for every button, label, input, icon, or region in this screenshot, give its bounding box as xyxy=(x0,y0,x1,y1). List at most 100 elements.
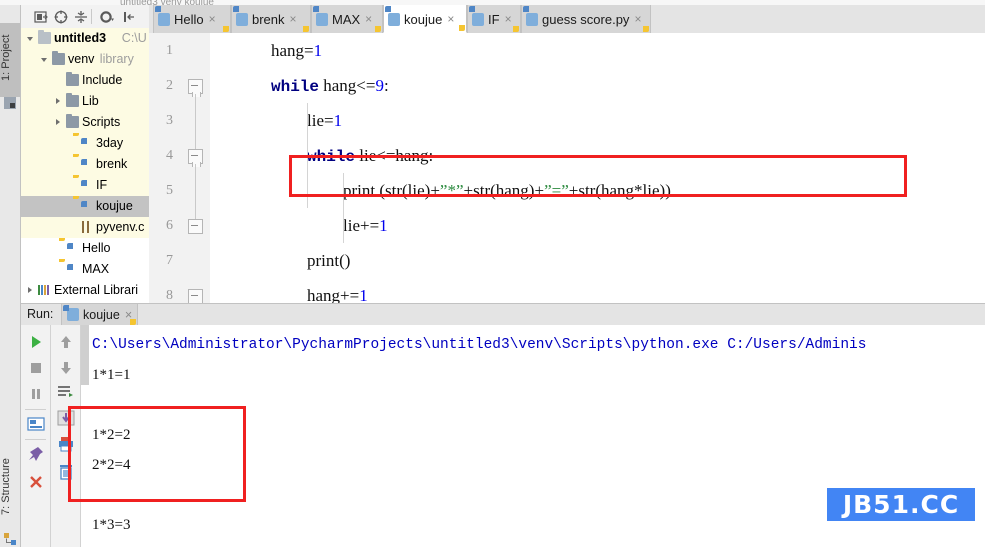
project-tree[interactable]: untitled3 C:\U venv library Include Lib Script… xyxy=(21,28,149,303)
code-line[interactable]: hang+=1 xyxy=(307,278,368,303)
tree-item[interactable]: Scripts xyxy=(21,112,149,133)
tree-item-label: 3day xyxy=(96,136,124,150)
tree-item[interactable]: 3day xyxy=(21,133,149,154)
chevron-right-icon[interactable] xyxy=(27,287,35,295)
tree-item-label: IF xyxy=(96,178,108,192)
line-number: 4 xyxy=(166,148,173,163)
tree-item-label: MAX xyxy=(82,262,110,276)
settings-gear-icon[interactable] xyxy=(99,9,115,25)
editor-tab[interactable]: IF × xyxy=(467,5,521,33)
tree-item[interactable]: untitled3 C:\U xyxy=(21,28,149,49)
close-tab-icon[interactable] xyxy=(27,473,45,491)
tree-item[interactable]: Hello xyxy=(21,238,149,259)
close-icon[interactable]: × xyxy=(365,5,372,33)
run-icon[interactable] xyxy=(27,333,45,351)
watermark-badge: JB51.CC xyxy=(827,488,975,521)
red-highlight-box-output-group xyxy=(68,406,246,502)
run-configuration-tab[interactable]: koujue × xyxy=(61,304,139,326)
line-number: 8 xyxy=(166,288,173,303)
code-token-plain: lie= xyxy=(307,111,334,130)
code-line[interactable]: hang=1 xyxy=(271,33,322,68)
fold-toggle-icon[interactable] xyxy=(188,149,203,167)
code-token-plain: print() xyxy=(307,251,351,270)
pin-tab-icon[interactable] xyxy=(27,445,45,463)
tree-item[interactable]: pyvenv.c xyxy=(21,217,149,238)
python-file-icon xyxy=(158,13,170,26)
fold-region-line xyxy=(195,94,196,149)
code-token-num: 1 xyxy=(333,111,343,130)
python-file-icon xyxy=(236,13,248,26)
project-tool-window: untitled3 C:\U venv library Include Lib Script… xyxy=(21,5,150,303)
code-folding-strip[interactable] xyxy=(178,33,211,303)
soft-wrap-icon[interactable] xyxy=(57,383,75,401)
pycharm-window: untitled3 venv koujue 1: Project 7: Stru… xyxy=(0,0,985,547)
tree-item[interactable]: External Librari xyxy=(21,280,149,301)
code-line[interactable]: lie=1 xyxy=(307,103,342,138)
code-line[interactable]: while hang<=9: xyxy=(271,68,389,103)
tree-item[interactable]: brenk xyxy=(21,154,149,175)
show-console-icon[interactable] xyxy=(27,415,45,433)
editor-tab[interactable]: guess score.py × xyxy=(521,5,651,33)
code-line[interactable]: print() xyxy=(307,243,350,278)
line-number: 5 xyxy=(166,183,173,198)
folder-dark-icon xyxy=(52,51,65,65)
console-scrollbar[interactable] xyxy=(81,325,89,385)
chevron-right-icon[interactable] xyxy=(55,119,63,127)
editor-tab-label: guess score.py xyxy=(542,12,630,27)
folder-dark-icon xyxy=(66,72,79,86)
tree-item-label: Hello xyxy=(82,241,111,255)
sidebar-item-project[interactable]: 1: Project xyxy=(0,23,20,97)
console-command-line: C:\Users\Administrator\PycharmProjects\u… xyxy=(92,337,867,353)
code-token-plain: hang+= xyxy=(307,286,360,303)
line-number: 6 xyxy=(166,218,173,233)
sidebar-item-structure[interactable]: 7: Structure xyxy=(0,445,20,529)
locate-target-icon[interactable] xyxy=(53,9,69,25)
code-token-plain: hang<= xyxy=(319,76,376,95)
close-icon[interactable]: × xyxy=(290,5,297,33)
close-icon[interactable]: × xyxy=(505,5,512,33)
up-arrow-icon[interactable] xyxy=(57,333,75,351)
toolbar-divider xyxy=(25,409,46,410)
tree-item-label: External Librari xyxy=(54,283,139,297)
tree-item[interactable]: Lib xyxy=(21,91,149,112)
fold-toggle-icon[interactable] xyxy=(188,219,203,234)
line-number: 2 xyxy=(166,78,173,93)
down-arrow-icon[interactable] xyxy=(57,359,75,377)
chevron-down-icon[interactable] xyxy=(41,56,49,64)
left-tool-rail: 1: Project 7: Structure xyxy=(0,5,21,547)
close-icon[interactable]: × xyxy=(634,5,641,33)
chevron-down-icon[interactable] xyxy=(27,35,35,43)
code-token-plain: lie+= xyxy=(343,216,380,235)
close-icon[interactable]: × xyxy=(447,5,454,33)
fold-toggle-icon[interactable] xyxy=(188,289,203,303)
fold-toggle-icon[interactable] xyxy=(188,79,203,97)
tree-item[interactable]: venv library xyxy=(21,49,149,70)
collapse-all-icon[interactable] xyxy=(73,9,89,25)
python-file-icon xyxy=(388,13,400,26)
editor-tab[interactable]: koujue × xyxy=(383,5,467,33)
run-toolbar-primary xyxy=(21,325,51,547)
tree-item-label: Scripts xyxy=(82,115,121,129)
editor-tab[interactable]: MAX × xyxy=(311,5,383,33)
code-line[interactable]: lie+=1 xyxy=(343,208,388,243)
editor-tab[interactable]: brenk × xyxy=(231,5,311,33)
tree-item[interactable]: Include xyxy=(21,70,149,91)
pause-icon[interactable] xyxy=(27,385,45,403)
tree-item-suffix: C:\U xyxy=(121,31,147,45)
run-label: Run: xyxy=(27,307,54,321)
line-number: 1 xyxy=(166,43,173,58)
hide-panel-icon[interactable] xyxy=(121,9,137,25)
tree-item[interactable]: IF xyxy=(21,175,149,196)
folder-icon xyxy=(38,30,51,44)
chevron-right-icon[interactable] xyxy=(55,98,63,106)
editor-tab[interactable]: Hello × xyxy=(153,5,231,33)
select-opened-file-icon[interactable] xyxy=(33,9,49,25)
tree-item-label: untitled3 xyxy=(54,31,107,45)
tree-item[interactable]: koujue xyxy=(21,196,149,217)
folder-dark-icon xyxy=(66,93,79,107)
close-icon[interactable]: × xyxy=(209,5,216,33)
python-file-icon xyxy=(316,13,328,26)
stop-icon[interactable] xyxy=(27,359,45,377)
tree-item[interactable]: MAX xyxy=(21,259,149,280)
red-highlight-box-print-line xyxy=(289,155,907,197)
